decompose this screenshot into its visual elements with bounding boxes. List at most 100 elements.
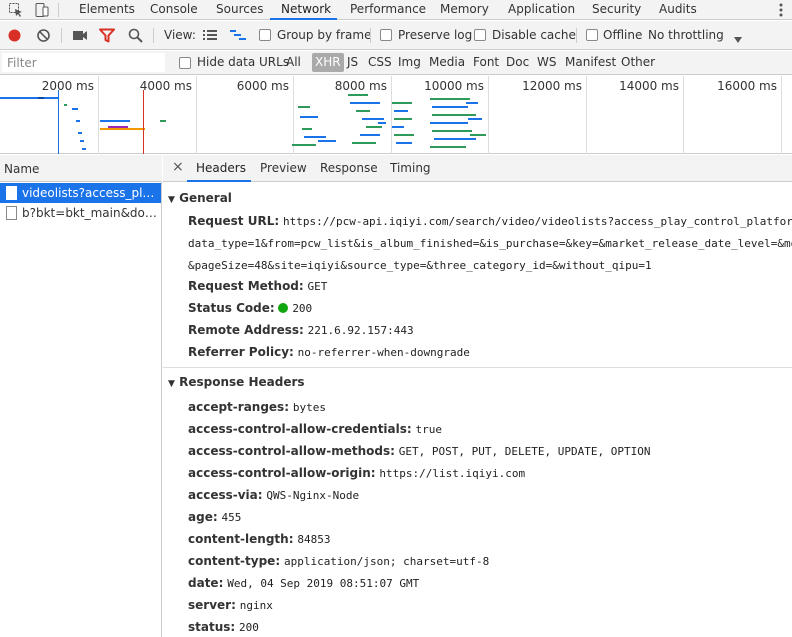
- response-header-row: access-control-allow-origin: https://lis…: [188, 466, 525, 480]
- overview-waterfall: [0, 76, 792, 154]
- response-header-row: access-control-allow-methods: GET, POST,…: [188, 444, 650, 458]
- preserve-log-label: Preserve log: [398, 28, 473, 42]
- request-method-key: Request Method:: [188, 279, 304, 293]
- response-header-row: accept-ranges: bytes: [188, 400, 326, 414]
- disable-cache-checkbox[interactable]: [474, 29, 486, 41]
- large-rows-icon[interactable]: [203, 29, 217, 41]
- waterfall-bar: [64, 104, 67, 106]
- request-name: videolists?access_play_c...: [22, 186, 160, 200]
- response-header-key: access-control-allow-methods:: [188, 444, 395, 458]
- filter-type-css[interactable]: CSS: [368, 55, 392, 69]
- response-headers-section-title: Response Headers: [179, 375, 305, 389]
- response-header-key: access-via:: [188, 488, 263, 502]
- response-header-key: age:: [188, 510, 218, 524]
- clear-icon[interactable]: [36, 28, 51, 43]
- request-url-value: https://pcw-api.iqiyi.com/search/video/v…: [282, 215, 792, 228]
- waterfall-bar: [352, 142, 376, 144]
- tab-application[interactable]: Application: [508, 0, 575, 20]
- device-toolbar-icon[interactable]: [33, 2, 49, 18]
- tab-preview[interactable]: Preview: [260, 161, 307, 175]
- response-header-row: server: nginx: [188, 598, 273, 612]
- tab-sources[interactable]: Sources: [216, 0, 263, 20]
- tab-security[interactable]: Security: [592, 0, 641, 20]
- tab-audits[interactable]: Audits: [659, 0, 697, 20]
- more-tabs-icon[interactable]: [776, 2, 786, 18]
- inspect-element-icon[interactable]: [8, 2, 24, 18]
- request-url-key: Request URL:: [188, 214, 280, 228]
- waterfall-bar: [378, 122, 386, 124]
- waterfall-bar: [394, 134, 414, 136]
- close-icon[interactable]: ×: [172, 159, 184, 175]
- filter-type-js[interactable]: JS: [347, 55, 358, 69]
- tab-console[interactable]: Console: [150, 0, 198, 20]
- waterfall-overview-icon[interactable]: [230, 29, 246, 41]
- hide-data-urls-checkbox[interactable]: [179, 57, 191, 69]
- request-url-row-cont: data_type=1&from=pcw_list&is_album_finis…: [188, 236, 792, 250]
- tab-timing[interactable]: Timing: [390, 161, 431, 175]
- response-header-key: content-type:: [188, 554, 281, 568]
- throttling-select[interactable]: No throttling: [648, 28, 724, 42]
- filter-type-ws[interactable]: WS: [537, 55, 556, 69]
- waterfall-bar: [292, 144, 316, 146]
- filter-type-manifest[interactable]: Manifest: [565, 55, 616, 69]
- tab-memory[interactable]: Memory: [440, 0, 489, 20]
- tab-network[interactable]: Network: [270, 0, 337, 20]
- group-by-frame-checkbox[interactable]: [259, 29, 271, 41]
- response-header-row: access-control-allow-credentials: true: [188, 422, 442, 436]
- group-by-frame-label: Group by frame: [277, 28, 372, 42]
- preserve-log-checkbox[interactable]: [380, 29, 392, 41]
- offline-label: Offline: [603, 28, 643, 42]
- chevron-down-icon[interactable]: [734, 32, 742, 43]
- request-url-value: data_type=1&from=pcw_list&is_album_finis…: [188, 237, 792, 250]
- filter-type-font[interactable]: Font: [473, 55, 499, 69]
- request-name: b?bkt=bkt_main&docID...: [22, 206, 160, 220]
- response-header-key: server:: [188, 598, 236, 612]
- waterfall-bar: [348, 94, 368, 96]
- tab-elements[interactable]: Elements: [79, 0, 135, 20]
- waterfall-bar: [430, 146, 466, 148]
- waterfall-bar: [396, 142, 412, 144]
- waterfall-bar: [100, 128, 145, 130]
- response-header-value: bytes: [292, 401, 326, 414]
- request-row[interactable]: b?bkt=bkt_main&docID...: [0, 203, 161, 223]
- network-overview[interactable]: 2000 ms 4000 ms 6000 ms 8000 ms 10000 ms…: [0, 76, 792, 154]
- filter-type-img[interactable]: Img: [398, 55, 421, 69]
- filter-type-all[interactable]: All: [286, 55, 301, 69]
- status-code-row: Status Code: 200: [188, 301, 312, 315]
- filter-type-xhr[interactable]: XHR: [312, 53, 344, 72]
- remote-address-row: Remote Address: 221.6.92.157:443: [188, 323, 414, 337]
- disable-cache-label: Disable cache: [492, 28, 576, 42]
- hide-data-urls-label: Hide data URLs: [197, 55, 290, 69]
- search-icon[interactable]: [128, 28, 143, 43]
- tab-performance[interactable]: Performance: [350, 0, 426, 20]
- capture-screenshots-icon[interactable]: [72, 29, 88, 42]
- status-code-key: Status Code:: [188, 301, 275, 315]
- name-column-header[interactable]: Name: [0, 155, 162, 182]
- filter-input[interactable]: [2, 53, 165, 72]
- filter-type-media[interactable]: Media: [429, 55, 465, 69]
- filter-type-other[interactable]: Other: [621, 55, 655, 69]
- request-row[interactable]: videolists?access_play_c...: [0, 183, 161, 203]
- tab-response[interactable]: Response: [320, 161, 378, 175]
- load-event-line: [143, 90, 144, 154]
- filter-icon[interactable]: [99, 28, 115, 43]
- filter-type-doc[interactable]: Doc: [506, 55, 529, 69]
- waterfall-bar: [394, 110, 408, 112]
- response-header-key: date:: [188, 576, 224, 590]
- record-icon[interactable]: [7, 28, 22, 43]
- waterfall-bar: [432, 106, 468, 108]
- response-header-value: https://list.iqiyi.com: [379, 467, 526, 480]
- response-header-row: content-length: 84853: [188, 532, 330, 546]
- devtools-tab-bar: Elements Console Sources Network Perform…: [0, 0, 792, 20]
- waterfall-bar: [350, 102, 380, 104]
- response-header-value: 84853: [297, 533, 331, 546]
- waterfall-bar: [394, 118, 412, 120]
- waterfall-bar: [430, 98, 470, 100]
- general-section-toggle[interactable]: ▼ General: [168, 191, 232, 205]
- remote-address-value: 221.6.92.157:443: [307, 324, 414, 337]
- document-icon: [6, 206, 17, 220]
- offline-checkbox[interactable]: [586, 29, 598, 41]
- response-header-row: access-via: QWS-Nginx-Node: [188, 488, 359, 502]
- response-headers-section-toggle[interactable]: ▼ Response Headers: [168, 375, 305, 389]
- tab-headers[interactable]: Headers: [196, 161, 246, 175]
